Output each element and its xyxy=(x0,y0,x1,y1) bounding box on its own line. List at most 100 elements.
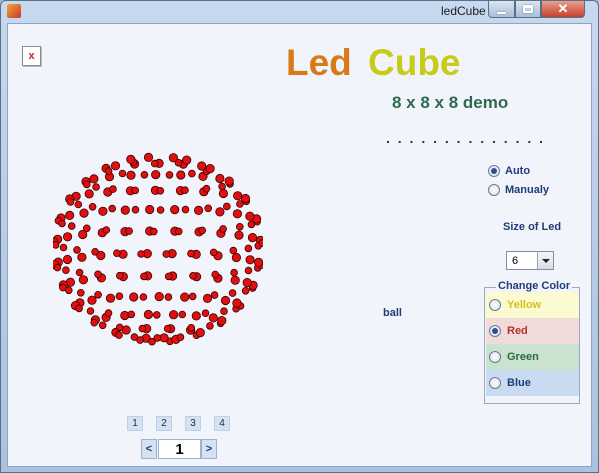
led-dot xyxy=(91,248,99,256)
led-dot xyxy=(87,295,97,305)
page-button-1[interactable]: 1 xyxy=(127,416,143,431)
led-dot xyxy=(168,153,179,163)
led-dot xyxy=(63,232,73,242)
color-yellow-radio[interactable] xyxy=(489,299,501,311)
color-blue-radio[interactable] xyxy=(489,377,501,389)
led-dot xyxy=(215,207,225,217)
led-dot xyxy=(74,200,83,209)
led-dot xyxy=(154,292,164,302)
chevron-down-icon[interactable] xyxy=(537,252,553,269)
led-dot xyxy=(116,271,124,280)
led-dot xyxy=(195,328,205,338)
led-dot xyxy=(230,275,240,285)
led-dot xyxy=(126,154,136,164)
maximize-icon xyxy=(523,5,533,13)
mode-manual-label: Manualy xyxy=(505,184,550,196)
mode-auto-option[interactable]: Auto xyxy=(488,165,530,177)
prev-page-button[interactable]: < xyxy=(141,439,157,459)
led-dot xyxy=(232,209,242,219)
led-dot xyxy=(205,164,215,174)
led-dot xyxy=(78,275,89,285)
led-dot xyxy=(127,310,136,319)
led-dot xyxy=(126,170,136,180)
led-dot xyxy=(115,331,123,339)
led-dot xyxy=(242,278,252,288)
led-dot xyxy=(220,307,228,316)
color-option-yellow[interactable]: Yellow xyxy=(486,292,579,318)
led-dot xyxy=(75,268,84,277)
led-dot xyxy=(182,155,192,165)
led-dot xyxy=(102,226,111,234)
led-dot xyxy=(215,173,225,184)
color-option-red[interactable]: Red xyxy=(486,318,579,344)
led-dot xyxy=(62,254,73,265)
minimize-button[interactable] xyxy=(488,1,515,18)
led-dot xyxy=(58,219,66,228)
x-button[interactable]: x xyxy=(22,46,41,66)
led-size-value: 6 xyxy=(512,254,519,267)
mode-manual-radio[interactable] xyxy=(488,184,500,196)
title-bar[interactable]: ledCube ✕ xyxy=(1,1,598,21)
led-dot xyxy=(202,184,211,193)
led-dot xyxy=(66,198,75,206)
led-dot xyxy=(245,255,255,265)
led-dot xyxy=(156,206,165,214)
color-option-blue[interactable]: Blue xyxy=(486,370,579,396)
next-page-button[interactable]: > xyxy=(201,439,217,459)
led-dot xyxy=(233,191,243,201)
mode-manual-option[interactable]: Manualy xyxy=(488,184,549,196)
led-dot xyxy=(169,310,179,320)
led-dot xyxy=(150,227,158,236)
led-dot xyxy=(67,222,76,230)
led-dot xyxy=(188,292,197,301)
maximize-button[interactable] xyxy=(515,1,541,18)
led-size-select[interactable]: 6 xyxy=(506,251,554,270)
led-dot xyxy=(202,293,213,303)
led-dot xyxy=(254,257,263,267)
dots-separator: . . . . . . . . . . . . . . xyxy=(386,130,546,146)
title-cube: Cube xyxy=(368,42,461,83)
led-dot xyxy=(244,244,253,253)
color-green-label: Green xyxy=(507,351,539,363)
led-dot xyxy=(156,186,165,195)
led-dot xyxy=(151,169,161,180)
size-of-led-label: Size of Led xyxy=(503,221,562,233)
color-option-green[interactable]: Green xyxy=(486,344,579,370)
current-page-field[interactable]: 1 xyxy=(158,439,201,459)
led-dot xyxy=(228,289,237,297)
led-dot xyxy=(223,202,231,211)
led-dot xyxy=(208,313,218,323)
led-dot xyxy=(163,324,172,333)
led-dot xyxy=(115,292,124,301)
led-dot xyxy=(232,298,242,308)
led-dot xyxy=(94,291,102,299)
led-dot xyxy=(153,334,162,342)
led-dot xyxy=(86,307,95,315)
page-button-4[interactable]: 4 xyxy=(214,416,230,431)
led-dot xyxy=(180,292,190,302)
led-dot xyxy=(73,246,81,254)
led-dot xyxy=(84,189,94,199)
color-green-radio[interactable] xyxy=(489,351,501,363)
led-dot xyxy=(197,161,207,171)
color-red-radio[interactable] xyxy=(489,325,501,337)
led-dot xyxy=(211,270,220,279)
led-dot xyxy=(178,310,187,319)
led-dot xyxy=(88,203,97,211)
figure-area: x Led Cube 8 x 8 x 8 demo . . . . . . . … xyxy=(7,23,592,467)
led-ball-plot xyxy=(53,152,263,346)
led-dot xyxy=(241,287,250,295)
led-dot xyxy=(62,266,70,274)
page-button-3[interactable]: 3 xyxy=(185,416,201,431)
close-icon: ✕ xyxy=(557,1,569,16)
close-window-button[interactable]: ✕ xyxy=(541,1,585,18)
color-blue-label: Blue xyxy=(507,377,531,389)
led-dot xyxy=(138,324,147,333)
led-dot xyxy=(143,152,154,162)
led-dot xyxy=(188,169,196,178)
mode-auto-radio[interactable] xyxy=(488,165,500,177)
page-button-2[interactable]: 2 xyxy=(156,416,172,431)
led-dot xyxy=(181,186,189,194)
led-dot xyxy=(79,208,89,218)
minimize-icon xyxy=(497,11,506,14)
